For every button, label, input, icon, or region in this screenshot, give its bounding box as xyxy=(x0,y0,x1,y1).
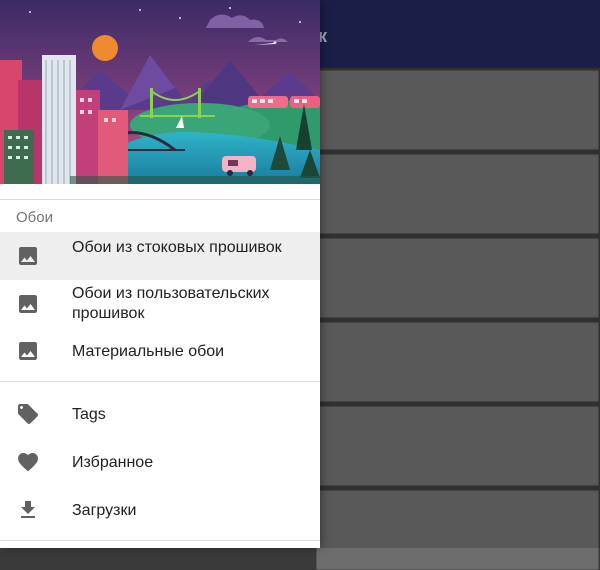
heart-icon xyxy=(16,450,40,474)
divider xyxy=(0,381,320,382)
image-icon xyxy=(16,292,40,316)
drawer-item-label: Материальные обои xyxy=(72,343,225,360)
drawer-item-stock-wallpapers[interactable]: Обои из стоковых прошивок xyxy=(0,232,320,280)
tag-icon xyxy=(16,402,40,426)
download-icon xyxy=(16,498,40,522)
divider xyxy=(0,199,320,200)
drawer-item-material-wallpapers[interactable]: Материальные обои xyxy=(0,330,320,374)
drawer-scrim[interactable] xyxy=(320,0,600,548)
drawer-section-title: Обои xyxy=(16,209,53,226)
drawer-item-label: Загрузки xyxy=(72,502,137,519)
drawer-item-label: Избранное xyxy=(72,454,154,471)
drawer-item-favorites[interactable]: Избранное xyxy=(0,440,320,486)
divider xyxy=(0,540,320,541)
drawer-item-tags[interactable]: Tags xyxy=(0,392,320,438)
drawer-header-illustration xyxy=(0,0,320,184)
drawer-item-label: Tags xyxy=(72,406,106,423)
image-icon xyxy=(16,339,40,363)
navigation-drawer: Обои Обои из стоковых прошивок Обои из п… xyxy=(0,0,320,548)
drawer-item-label: Обои из стоковых прошивок xyxy=(72,239,282,256)
drawer-item-downloads[interactable]: Загрузки xyxy=(0,488,320,534)
drawer-item-label: Обои из пользовательских прошивок xyxy=(72,285,270,322)
image-icon xyxy=(16,244,40,268)
drawer-item-custom-wallpapers[interactable]: Обои из пользовательских прошивок xyxy=(0,282,320,328)
